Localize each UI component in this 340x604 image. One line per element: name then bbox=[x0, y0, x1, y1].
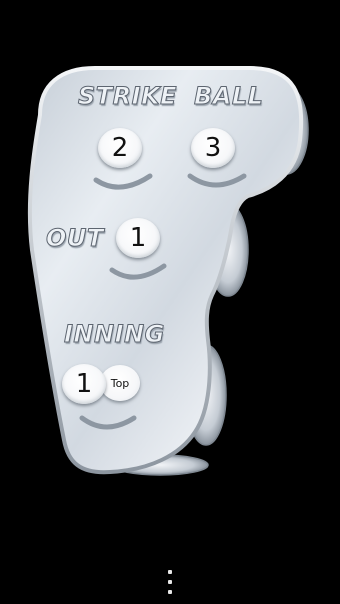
out-label: OUT bbox=[46, 224, 104, 253]
ball-count-value: 3 bbox=[204, 133, 222, 163]
indicator-body bbox=[27, 66, 304, 475]
strike-label: STRIKE bbox=[77, 82, 178, 111]
more-vertical-icon[interactable] bbox=[162, 570, 178, 594]
out-count-button[interactable]: 1 bbox=[116, 218, 160, 258]
inning-half-toggle[interactable]: Top bbox=[100, 365, 140, 401]
inning-half-label: Top bbox=[110, 376, 130, 390]
ball-label: BALL bbox=[193, 82, 264, 111]
inning-count-value: 1 bbox=[75, 369, 93, 399]
umpire-indicator-screen: STRIKE BALL OUT INNING 2 3 1 Top 1 bbox=[0, 0, 340, 604]
menu-dot bbox=[168, 570, 172, 574]
menu-dot bbox=[168, 590, 172, 594]
ball-count-button[interactable]: 3 bbox=[191, 128, 235, 168]
inning-label: INNING bbox=[64, 320, 165, 349]
strike-count-button[interactable]: 2 bbox=[98, 128, 142, 168]
menu-dot bbox=[168, 580, 172, 584]
strike-count-value: 2 bbox=[111, 133, 129, 163]
inning-count-button[interactable]: 1 bbox=[62, 364, 106, 404]
out-count-value: 1 bbox=[129, 223, 147, 253]
